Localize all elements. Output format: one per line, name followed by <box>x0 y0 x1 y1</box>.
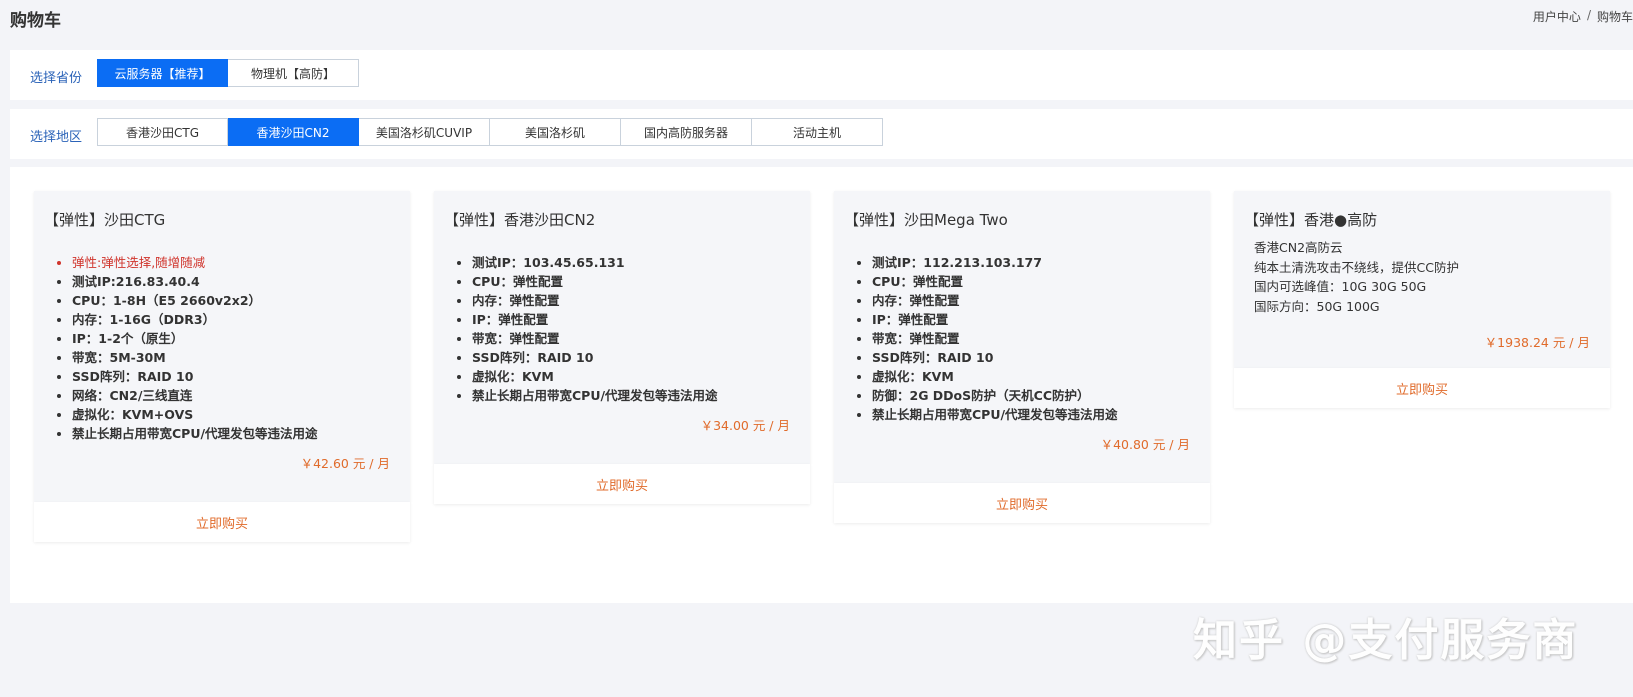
product-spec: 虚拟化：KVM <box>872 367 1118 386</box>
page-title: 购物车 <box>10 11 61 31</box>
product-spec: IP：弹性配置 <box>472 310 718 329</box>
product-price: ￥34.00 元 / 月 <box>700 418 790 433</box>
product-spec: 防御：2G DDoS防护（天机CC防护） <box>872 386 1118 405</box>
product-description: 香港CN2高防云 纯本土清洗攻击不绕线，提供CC防护 国内可选峰值：10G 30… <box>1254 238 1459 316</box>
product-spec: 内存：1-16G（DDR3） <box>72 310 318 329</box>
product-title: 【弹性】香港●高防 <box>1244 211 1378 229</box>
product-price: ￥42.60 元 / 月 <box>300 456 390 471</box>
region-select-label: 选择地区 <box>30 130 83 145</box>
product-spec: SSD阵列：RAID 10 <box>472 348 718 367</box>
product-highlight: 弹性:弹性选择,随增随减 <box>72 253 318 272</box>
breadcrumb-separator: / <box>1586 8 1591 22</box>
product-card: 【弹性】沙田Mega Two 测试IP：112.213.103.177 CPU：… <box>834 191 1210 523</box>
product-spec: 虚拟化：KVM+OVS <box>72 405 318 424</box>
product-spec: 禁止长期占用带宽CPU/代理发包等违法用途 <box>72 424 318 443</box>
province-option-physical[interactable]: 物理机【高防】 <box>228 59 359 87</box>
breadcrumb-user-center[interactable]: 用户中心 <box>1533 8 1581 25</box>
product-title: 【弹性】香港沙田CN2 <box>444 211 596 229</box>
product-list-panel: 【弹性】沙田CTG 弹性:弹性选择,随增随减 测试IP:216.83.40.4 … <box>10 167 1633 603</box>
product-spec: SSD阵列：RAID 10 <box>72 367 318 386</box>
product-spec: IP：1-2个（原生） <box>72 329 318 348</box>
buy-now-button[interactable]: 立即购买 <box>834 483 1210 523</box>
product-spec: 内存：弹性配置 <box>472 291 718 310</box>
product-spec: 测试IP：112.213.103.177 <box>872 253 1118 272</box>
breadcrumb: 用户中心 / 购物车 <box>1533 8 1633 25</box>
product-card: 【弹性】香港●高防 香港CN2高防云 纯本土清洗攻击不绕线，提供CC防护 国内可… <box>1234 191 1610 408</box>
product-card: 【弹性】香港沙田CN2 测试IP：103.45.65.131 CPU：弹性配置 … <box>434 191 810 504</box>
product-desc-line: 香港CN2高防云 <box>1254 240 1343 255</box>
product-card: 【弹性】沙田CTG 弹性:弹性选择,随增随减 测试IP:216.83.40.4 … <box>34 191 410 542</box>
product-spec: SSD阵列：RAID 10 <box>872 348 1118 367</box>
product-desc-line: 国际方向：50G 100G <box>1254 298 1380 314</box>
product-spec: 带宽：5M-30M <box>72 348 318 367</box>
region-option-la-cuvip[interactable]: 美国洛杉矶CUVIP <box>359 118 490 146</box>
product-spec: 测试IP:216.83.40.4 <box>72 272 318 291</box>
region-option-hk-cn2[interactable]: 香港沙田CN2 <box>228 118 359 146</box>
top-bar: 购物车 用户中心 / 购物车 <box>0 0 1633 40</box>
region-option-hk-ctg[interactable]: 香港沙田CTG <box>97 118 228 146</box>
product-spec: 网络：CN2/三线直连 <box>72 386 318 405</box>
region-option-cn-ddos[interactable]: 国内高防服务器 <box>621 118 752 146</box>
product-spec-list: 弹性:弹性选择,随增随减 测试IP:216.83.40.4 CPU：1-8H（E… <box>72 253 318 443</box>
product-title: 【弹性】沙田CTG <box>44 211 166 229</box>
product-spec-list: 测试IP：112.213.103.177 CPU：弹性配置 内存：弹性配置 IP… <box>872 253 1118 424</box>
region-option-la[interactable]: 美国洛杉矶 <box>490 118 621 146</box>
buy-now-button[interactable]: 立即购买 <box>1234 368 1610 408</box>
watermark-text: 知乎 @支付服务商 <box>1193 615 1579 666</box>
product-spec: 禁止长期占用带宽CPU/代理发包等违法用途 <box>472 386 718 405</box>
product-desc-line: 纯本土清洗攻击不绕线，提供CC防护 <box>1254 259 1459 275</box>
product-price: ￥1938.24 元 / 月 <box>1484 335 1590 350</box>
buy-now-button[interactable]: 立即购买 <box>434 464 810 504</box>
province-button-group: 云服务器【推荐】 物理机【高防】 <box>97 59 359 87</box>
province-select-label: 选择省份 <box>30 71 83 86</box>
buy-now-button[interactable]: 立即购买 <box>34 502 410 542</box>
product-price: ￥40.80 元 / 月 <box>1100 437 1190 452</box>
product-spec: CPU：弹性配置 <box>872 272 1118 291</box>
product-desc-line: 国内可选峰值：10G 30G 50G <box>1254 279 1427 294</box>
region-option-promo[interactable]: 活动主机 <box>752 118 883 146</box>
product-spec: 禁止长期占用带宽CPU/代理发包等违法用途 <box>872 405 1118 424</box>
region-select-panel: 选择地区 香港沙田CTG 香港沙田CN2 美国洛杉矶CUVIP 美国洛杉矶 国内… <box>10 109 1633 159</box>
province-select-panel: 选择省份 云服务器【推荐】 物理机【高防】 <box>10 50 1633 100</box>
product-spec: 测试IP：103.45.65.131 <box>472 253 718 272</box>
province-option-cloud[interactable]: 云服务器【推荐】 <box>97 59 228 87</box>
product-spec: 带宽：弹性配置 <box>472 329 718 348</box>
product-spec: 内存：弹性配置 <box>872 291 1118 310</box>
region-button-group: 香港沙田CTG 香港沙田CN2 美国洛杉矶CUVIP 美国洛杉矶 国内高防服务器… <box>97 118 883 146</box>
product-title: 【弹性】沙田Mega Two <box>844 211 1008 229</box>
product-spec: 带宽：弹性配置 <box>872 329 1118 348</box>
product-spec-list: 测试IP：103.45.65.131 CPU：弹性配置 内存：弹性配置 IP：弹… <box>472 253 718 405</box>
breadcrumb-cart: 购物车 <box>1596 10 1633 24</box>
product-spec: CPU：弹性配置 <box>472 272 718 291</box>
product-spec: 虚拟化：KVM <box>472 367 718 386</box>
product-spec: CPU：1-8H（E5 2660v2x2） <box>72 291 318 310</box>
product-spec: IP：弹性配置 <box>872 310 1118 329</box>
